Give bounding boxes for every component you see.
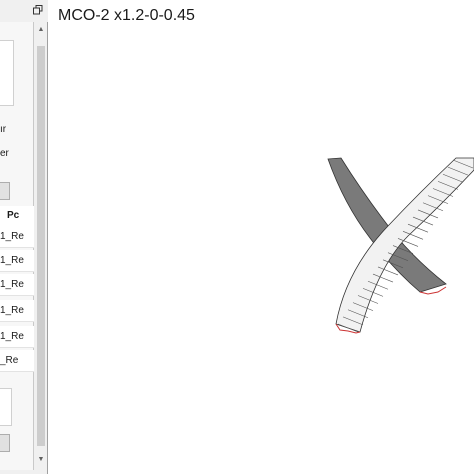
table-row[interactable]: 1_Re <box>0 300 34 322</box>
table-row[interactable]: _Re <box>0 350 34 372</box>
dark-blade <box>327 157 447 293</box>
scroll-thumb[interactable] <box>37 46 45 446</box>
restore-icon[interactable] <box>33 5 43 15</box>
panel-content: ır er Pc 1_Re 1_Re 1_Re 1_Re 1_Re _Re <box>0 22 34 470</box>
panel-button[interactable] <box>0 182 10 200</box>
panel-scrollbar[interactable]: ▲ ▼ <box>35 22 47 470</box>
panel-button[interactable] <box>0 434 10 452</box>
blade-model-view[interactable] <box>48 0 474 474</box>
app-window: ır er Pc 1_Re 1_Re 1_Re 1_Re 1_Re _Re ▲ … <box>0 0 474 474</box>
table-row[interactable]: 1_Re <box>0 250 34 272</box>
row-label: 1_Re <box>0 231 24 242</box>
scroll-up-icon[interactable]: ▲ <box>37 26 45 34</box>
panel-titlebar <box>0 0 48 22</box>
table-row[interactable]: 1_Re <box>0 326 34 348</box>
scroll-down-icon[interactable]: ▼ <box>37 456 45 464</box>
row-label: 1_Re <box>0 279 24 290</box>
properties-panel: ır er Pc 1_Re 1_Re 1_Re 1_Re 1_Re _Re ▲ … <box>0 0 48 474</box>
column-header: Pc <box>7 210 20 221</box>
preview-box <box>0 40 14 106</box>
table-row[interactable]: 1_Re <box>0 274 34 296</box>
row-label: 1_Re <box>0 305 24 316</box>
option-label: ır <box>0 124 7 135</box>
table-header: Pc <box>0 206 34 227</box>
row-label: _Re <box>0 355 19 366</box>
row-label: 1_Re <box>0 331 24 342</box>
row-label: 1_Re <box>0 255 24 266</box>
3d-viewport[interactable]: MCO-2 x1.2-0-0.45 <box>48 0 474 474</box>
table-row[interactable]: 1_Re <box>0 226 34 248</box>
option-label: er <box>0 148 9 159</box>
info-box <box>0 388 12 426</box>
